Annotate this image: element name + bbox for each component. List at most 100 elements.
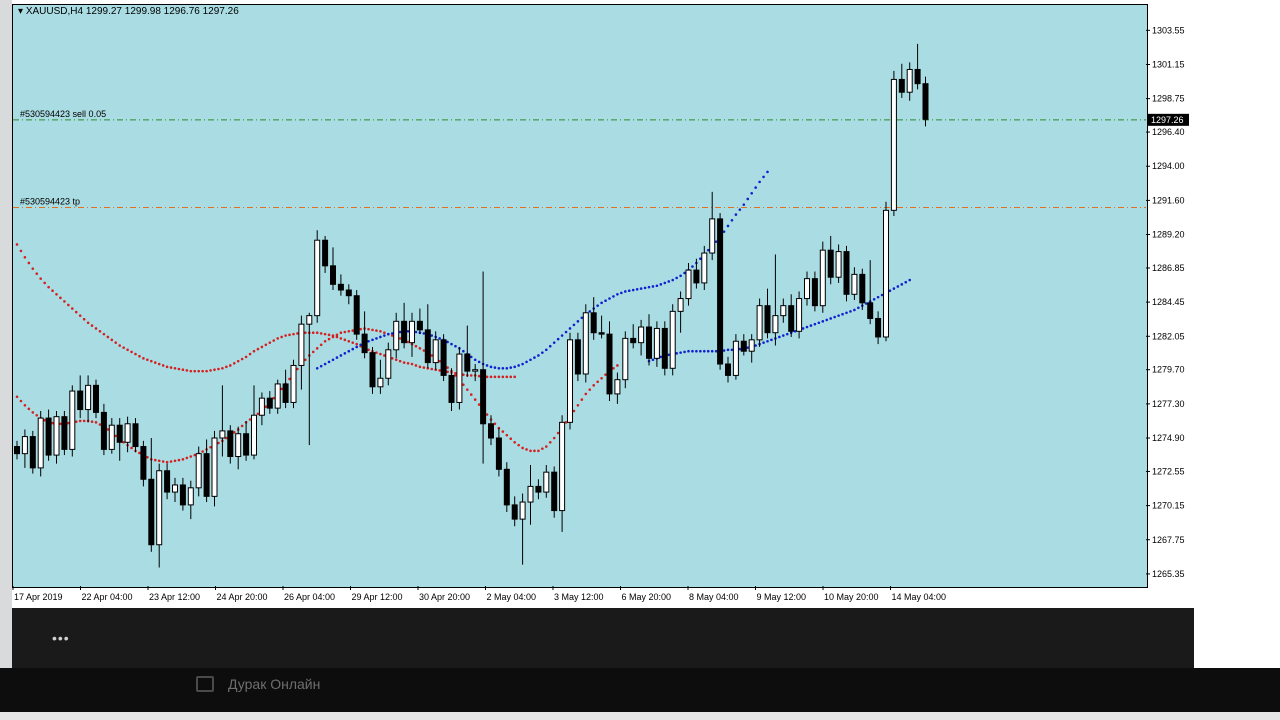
bull-candle[interactable] [53,416,60,456]
bear-candle[interactable] [922,83,929,120]
bear-candle[interactable] [416,320,423,331]
bear-candle[interactable] [511,504,518,520]
bear-candle[interactable] [179,484,186,506]
bear-candle[interactable] [788,305,795,332]
bull-candle[interactable] [804,278,810,300]
bear-candle[interactable] [353,295,360,335]
bear-candle[interactable] [503,468,510,506]
bear-candle[interactable] [717,218,724,365]
bull-candle[interactable] [211,437,218,497]
bear-candle[interactable] [574,339,581,375]
bull-candle[interactable] [527,485,534,503]
bear-candle[interactable] [495,437,502,470]
bear-candle[interactable] [148,478,155,546]
bear-candle[interactable] [898,78,905,93]
bull-candle[interactable] [701,252,708,284]
bull-candle[interactable] [187,487,194,506]
bear-candle[interactable] [867,302,874,319]
bull-candle[interactable] [290,364,297,403]
bear-candle[interactable] [401,320,408,344]
bull-candle[interactable] [432,339,439,364]
bear-candle[interactable] [440,339,447,376]
bull-candle[interactable] [906,68,913,93]
bull-candle[interactable] [677,298,684,312]
bull-candle[interactable] [851,273,858,295]
candlestick-chart[interactable]: #530594423 sell 0.05 #530594423 tp 1303.5… [12,2,1194,608]
bear-candle[interactable] [100,411,107,450]
bear-candle[interactable] [322,239,329,267]
bull-candle[interactable] [385,349,392,379]
bear-candle[interactable] [551,471,558,512]
bear-candle[interactable] [827,249,834,278]
bull-candle[interactable] [709,218,716,254]
bull-candle[interactable] [235,433,242,458]
bull-candle[interactable] [559,421,566,512]
bull-candle[interactable] [819,249,826,307]
bear-candle[interactable] [843,251,850,295]
bear-candle[interactable] [337,283,344,291]
bear-candle[interactable] [61,416,68,450]
bear-candle[interactable] [361,333,368,354]
bear-candle[interactable] [535,485,542,493]
bull-candle[interactable] [519,501,526,520]
bear-candle[interactable] [45,417,52,456]
bull-candle[interactable] [748,339,755,352]
bull-candle[interactable] [409,320,415,344]
bull-candle[interactable] [653,327,660,359]
bear-candle[interactable] [282,383,289,403]
bull-candle[interactable] [472,369,479,372]
bear-candle[interactable] [266,397,273,409]
bear-candle[interactable] [369,352,376,388]
bull-candle[interactable] [251,414,257,456]
bull-candle[interactable] [622,337,629,381]
bull-candle[interactable] [156,470,163,546]
bear-candle[interactable] [630,337,637,344]
bull-candle[interactable] [780,305,787,317]
taskbar-app-item[interactable]: Дурак Онлайн [196,672,320,696]
bull-candle[interactable] [314,239,321,317]
bear-candle[interactable] [875,317,882,338]
bull-candle[interactable] [108,424,115,450]
bull-candle[interactable] [772,315,779,334]
bull-candle[interactable] [796,298,803,332]
bear-candle[interactable] [606,333,613,395]
bull-candle[interactable] [124,423,131,443]
bear-candle[interactable] [77,390,84,411]
bear-candle[interactable] [14,446,20,455]
bear-candle[interactable] [590,312,597,334]
bull-candle[interactable] [614,379,621,395]
bear-candle[interactable] [811,278,818,307]
bull-candle[interactable] [582,312,589,375]
bull-candle[interactable] [890,78,897,211]
bear-candle[interactable] [345,289,352,297]
bull-candle[interactable] [456,353,463,403]
bull-candle[interactable] [21,436,28,455]
bull-candle[interactable] [172,484,178,493]
bull-candle[interactable] [567,339,573,423]
bull-candle[interactable] [258,397,265,416]
bull-candle[interactable] [543,471,550,493]
bull-candle[interactable] [37,417,44,469]
bear-candle[interactable] [480,369,487,425]
bear-candle[interactable] [29,436,36,469]
bear-candle[interactable] [488,423,494,439]
bear-candle[interactable] [598,332,605,335]
bear-candle[interactable] [203,453,210,497]
bear-candle[interactable] [93,384,99,413]
bear-candle[interactable] [330,265,336,285]
bear-candle[interactable] [243,433,250,456]
bear-candle[interactable] [116,424,123,443]
bear-candle[interactable] [661,327,668,369]
more-dots-icon[interactable]: ••• [52,630,70,646]
bear-candle[interactable] [448,374,455,403]
bear-candle[interactable] [646,326,652,359]
bear-candle[interactable] [227,430,234,458]
bull-candle[interactable] [69,390,76,450]
bear-candle[interactable] [424,329,431,364]
bear-candle[interactable] [164,470,171,493]
bear-candle[interactable] [132,423,139,448]
bear-candle[interactable] [693,269,700,284]
bear-candle[interactable] [725,363,731,376]
bull-candle[interactable] [883,209,889,338]
bear-candle[interactable] [764,305,771,334]
